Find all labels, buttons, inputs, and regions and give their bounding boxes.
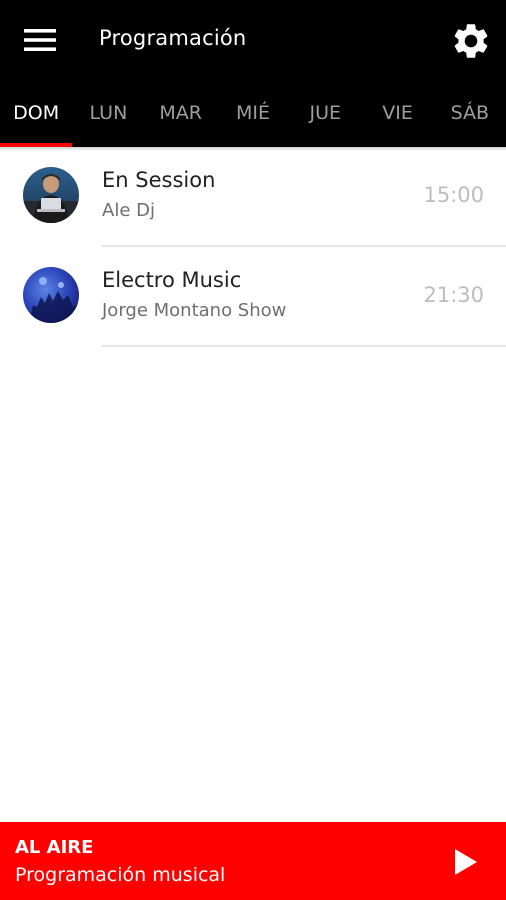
show-time: 15:00 bbox=[423, 183, 484, 207]
day-tabs: DOM LUN MAR MIÉ JUE VIE SÁB bbox=[0, 80, 506, 147]
menu-icon bbox=[24, 29, 56, 51]
menu-button[interactable] bbox=[12, 18, 68, 62]
show-host: Ale Dj bbox=[102, 200, 155, 221]
gear-icon bbox=[454, 24, 488, 58]
settings-button[interactable] bbox=[444, 16, 498, 66]
list-item[interactable]: Electro Music Jorge Montano Show 21:30 bbox=[0, 247, 506, 347]
concert-avatar-icon bbox=[23, 267, 79, 323]
tab-vie[interactable]: VIE bbox=[361, 80, 433, 147]
show-time: 21:30 bbox=[423, 283, 484, 307]
tab-lun[interactable]: LUN bbox=[72, 80, 144, 147]
on-air-label: AL AIRE bbox=[15, 837, 94, 858]
tab-dom[interactable]: DOM bbox=[0, 80, 73, 147]
play-icon bbox=[455, 849, 477, 875]
list-divider bbox=[102, 345, 506, 347]
show-host: Jorge Montano Show bbox=[102, 300, 287, 321]
now-playing-subtitle: Programación musical bbox=[15, 864, 226, 886]
tab-mar[interactable]: MAR bbox=[145, 80, 217, 147]
app-screen: Programación DOM LUN MAR MIÉ JUE VIE SÁB bbox=[0, 0, 506, 900]
top-app-bar: Programación bbox=[0, 0, 506, 80]
tab-jue[interactable]: JUE bbox=[289, 80, 361, 147]
now-playing-bar[interactable]: AL AIRE Programación musical bbox=[0, 822, 506, 900]
tab-sab[interactable]: SÁB bbox=[434, 80, 506, 147]
tab-mie[interactable]: MIÉ bbox=[217, 80, 289, 147]
list-item[interactable]: En Session Ale Dj 15:00 bbox=[0, 147, 506, 247]
schedule-list: En Session Ale Dj 15:00 Electro Music Jo… bbox=[0, 147, 506, 347]
page-title: Programación bbox=[99, 26, 247, 50]
dj-avatar-icon bbox=[23, 167, 79, 223]
show-title: En Session bbox=[102, 168, 216, 192]
show-title: Electro Music bbox=[102, 268, 242, 292]
play-button[interactable] bbox=[444, 840, 488, 884]
